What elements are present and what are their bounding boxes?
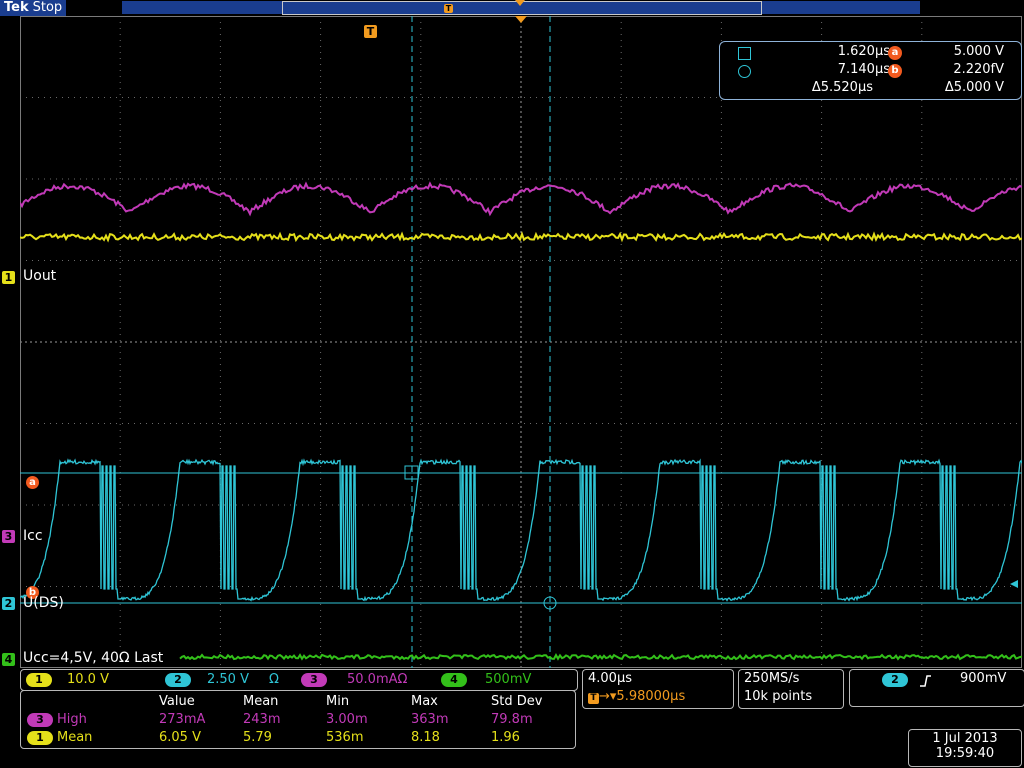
meas-type-label: Mean: [57, 730, 93, 745]
cursor-a-badge: a: [888, 43, 902, 61]
record-length: 10k points: [744, 689, 813, 704]
cursor-delta-v: Δ5.000 V: [944, 80, 1004, 95]
ref-a-marker[interactable]: a: [26, 476, 39, 489]
meas-value: 536m: [326, 730, 364, 745]
brand-status: Tek Stop: [0, 0, 67, 16]
trigger-position-marker[interactable]: T: [364, 25, 377, 38]
trigger-point-caret-icon: [515, 16, 527, 23]
time: 19:59:40: [935, 746, 995, 761]
meas-value: 363m: [411, 712, 449, 727]
cursor-delta-t: Δ5.520µs: [811, 80, 873, 95]
meas-value: 1.96: [491, 730, 520, 745]
meas-header: Max: [411, 694, 438, 709]
ch3-waveform: [20, 181, 1022, 217]
ch4-chip[interactable]: 4: [441, 673, 467, 687]
timebase-position: T →▾5.98000µs: [588, 689, 685, 704]
brand-logo: Tek: [4, 0, 29, 15]
cursor-2-circle-icon: [738, 62, 751, 80]
record-trigger-marker: T: [444, 4, 453, 13]
record-position-caret-icon: [515, 0, 525, 6]
top-status-bar: Tek Stop T: [0, 0, 1024, 16]
cursor-readout-panel: 1.620µs a 5.000 V 7.140µs b 2.220fV Δ5.5…: [719, 41, 1022, 100]
rising-edge-icon: [920, 675, 931, 687]
ch2-scale: 2.50 V: [207, 672, 249, 687]
cursor-t2: 7.140µs: [837, 62, 890, 77]
meas-value: 273mA: [159, 712, 206, 727]
meas-value: 8.18: [411, 730, 440, 745]
meas-header: Std Dev: [491, 694, 543, 709]
ch3-label: Icc: [23, 528, 43, 544]
datetime-panel: 1 Jul 2013 19:59:40: [908, 729, 1022, 767]
timebase-scale: 4.00µs: [588, 671, 632, 686]
cursor-vb: 2.220fV: [953, 62, 1004, 77]
ch1-chip[interactable]: 1: [26, 673, 52, 687]
cursor-1-square-icon: [738, 44, 751, 62]
meas-type-label: High: [57, 712, 87, 727]
ch4-ground-marker[interactable]: 4: [2, 653, 15, 666]
trigger-t-icon: T: [588, 693, 599, 704]
meas-value: 243m: [243, 712, 281, 727]
meas-channel-chip: 1: [27, 731, 53, 745]
ch3-scale: 50.0mAΩ: [347, 672, 408, 687]
ch1-label: Uout: [23, 268, 57, 284]
ch1-ground-marker[interactable]: 1: [2, 271, 15, 284]
ch3-chip[interactable]: 3: [301, 673, 327, 687]
meas-value: 79.8m: [491, 712, 533, 727]
meas-header: Min: [326, 694, 350, 709]
trigger-source-chip: 2: [882, 673, 908, 687]
meas-channel-chip: 3: [27, 713, 53, 727]
ch3-ground-marker[interactable]: 3: [2, 530, 15, 543]
meas-value: 3.00m: [326, 712, 368, 727]
ch4-waveform: [179, 652, 1022, 661]
trigger-level: 900mV: [960, 671, 1007, 686]
ch2-offscreen-arrow-icon: [1010, 580, 1018, 588]
waveform-display[interactable]: [20, 16, 1022, 668]
ch1-scale: 10.0 V: [67, 672, 109, 687]
cursor-va: 5.000 V: [953, 44, 1004, 59]
timebase-panel[interactable]: 4.00µs T →▾5.98000µs: [582, 669, 734, 709]
meas-value: 5.79: [243, 730, 272, 745]
acquisition-state: Stop: [32, 0, 63, 15]
channel-scale-bar: 1 10.0 V 2 2.50 V Ω 3 50.0mAΩ 4 500mV: [20, 669, 578, 691]
ch1-waveform: [20, 231, 1022, 243]
meas-header: Mean: [243, 694, 279, 709]
meas-value: 6.05 V: [159, 730, 201, 745]
measurement-table: Value Mean Min Max Std Dev 3 High 273mA 243m 3.0…: [20, 690, 576, 749]
meas-header: Value: [159, 694, 195, 709]
ch2-chip[interactable]: 2: [165, 673, 191, 687]
ch2-label: U(DS): [23, 595, 64, 611]
timebase-position-value: 5.98000µs: [616, 689, 686, 704]
ch2-ohm-icon: Ω: [269, 672, 279, 687]
cursor-t1: 1.620µs: [837, 44, 890, 59]
arrow-right-icon: →▾: [599, 689, 617, 704]
date: 1 Jul 2013: [932, 731, 998, 746]
ch2-ground-marker[interactable]: 2: [2, 597, 15, 610]
cursor-b-badge: b: [888, 61, 902, 79]
ch4-label: Ucc=4,5V, 40Ω Last: [23, 650, 167, 666]
sample-rate: 250MS/s: [744, 671, 800, 686]
ch4-scale: 500mV: [485, 672, 532, 687]
trigger-panel[interactable]: 2 900mV: [849, 669, 1024, 707]
acquisition-panel[interactable]: 250MS/s 10k points: [738, 669, 844, 709]
